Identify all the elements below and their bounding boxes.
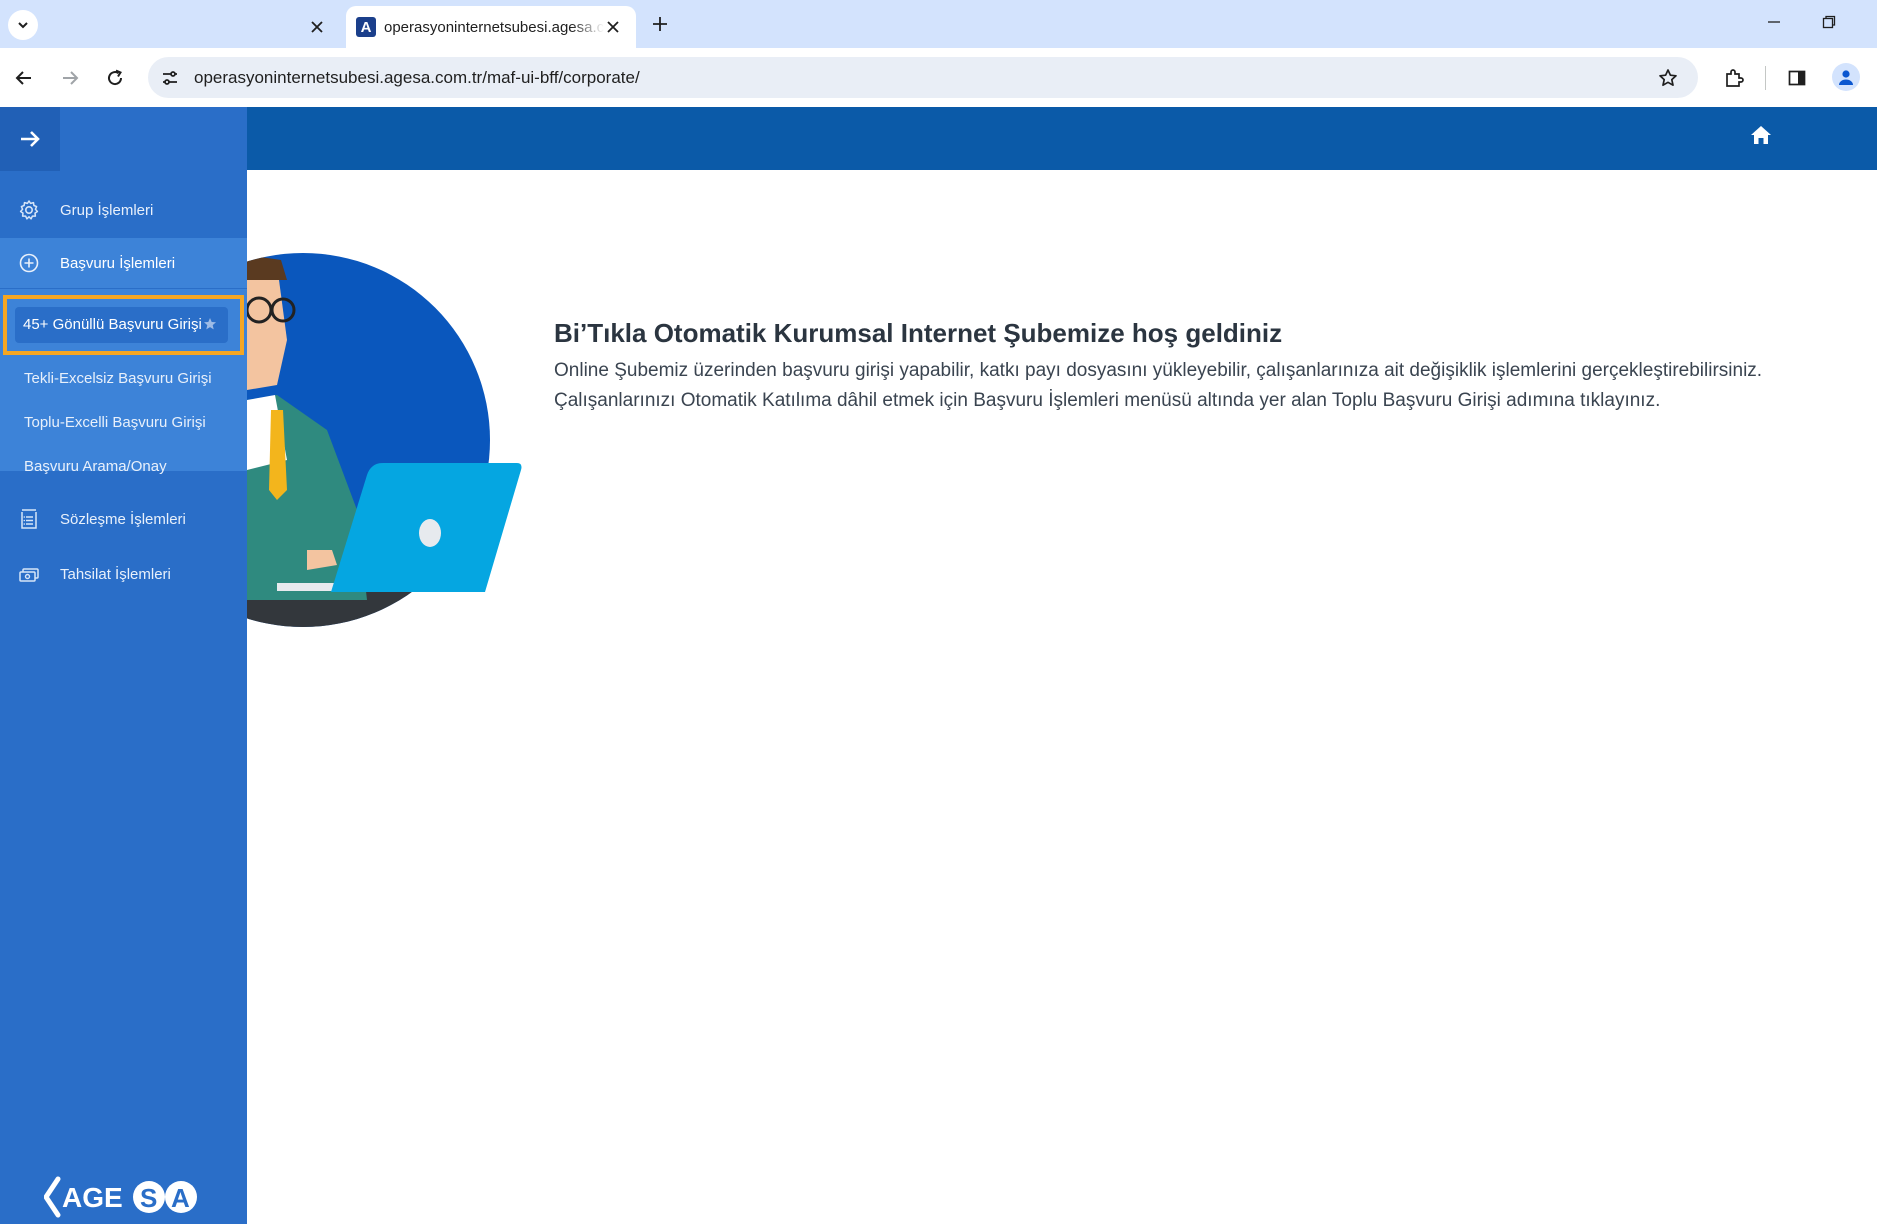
svg-text:S: S: [140, 1183, 157, 1213]
sidebar-item-sozlesme-islemleri[interactable]: Sözleşme İşlemleri: [0, 494, 247, 544]
close-icon: [311, 21, 323, 33]
submenu-item-label: 45+ Gönüllü Başvuru Girişi: [23, 316, 202, 333]
home-button[interactable]: [1746, 121, 1776, 149]
arrow-left-icon: [15, 71, 31, 85]
close-tab-button[interactable]: [602, 16, 624, 38]
browser-toolbar: operasyoninternetsubesi.agesa.com.tr/maf…: [0, 48, 1877, 107]
browser-tab-strip: A operasyoninternetsubesi.agesa.com.tr: [0, 0, 1877, 48]
plus-circle-icon: [16, 250, 42, 276]
arrow-right-icon: [21, 131, 40, 147]
tune-icon: [163, 71, 177, 85]
sidebar-item-label: Başvuru İşlemleri: [60, 254, 176, 272]
svg-text:A: A: [171, 1183, 190, 1213]
favorite-star-icon[interactable]: [203, 317, 217, 331]
site-info-button[interactable]: [158, 66, 182, 90]
back-button[interactable]: [10, 64, 38, 92]
bookmark-button[interactable]: [1656, 66, 1680, 90]
minimize-icon: [1768, 21, 1780, 23]
submenu-item-basvuru-arama[interactable]: Başvuru Arama/Onay: [24, 458, 167, 475]
arrow-right-icon: [63, 71, 79, 85]
browser-tab-inactive[interactable]: [44, 6, 340, 48]
url-text[interactable]: operasyoninternetsubesi.agesa.com.tr/maf…: [194, 68, 640, 88]
sidebar-item-grup-islemleri[interactable]: Grup İşlemleri: [0, 185, 247, 235]
forward-button[interactable]: [56, 64, 84, 92]
new-tab-button[interactable]: [648, 12, 672, 36]
sidebar-item-label: Tahsilat İşlemleri: [60, 565, 171, 583]
chevron-down-icon: [18, 22, 28, 29]
browser-tab-active[interactable]: A operasyoninternetsubesi.agesa.com.tr: [346, 6, 636, 48]
sidebar-item-basvuru-islemleri[interactable]: Başvuru İşlemleri: [0, 238, 247, 288]
sidebar-item-label: Grup İşlemleri: [60, 201, 154, 219]
site-favicon-icon: A: [356, 17, 376, 37]
tab-search-button[interactable]: [8, 10, 38, 40]
welcome-title: Bi’Tıkla Otomatik Kurumsal Internet Şube…: [554, 318, 1283, 348]
extensions-button[interactable]: [1720, 64, 1748, 92]
address-bar[interactable]: operasyoninternetsubesi.agesa.com.tr/maf…: [148, 57, 1698, 98]
welcome-text-line-2: Çalışanlarınızı Otomatik Katılıma dâhil …: [554, 390, 1661, 411]
submenu-item-tekli-excelsiz[interactable]: Tekli-Excelsiz Başvuru Girişi: [24, 370, 212, 387]
close-tab-button[interactable]: [306, 16, 328, 38]
close-icon: [607, 21, 619, 33]
submenu-item-45-gonullu[interactable]: 45+ Gönüllü Başvuru Girişi: [15, 307, 228, 343]
document-list-icon: [16, 506, 42, 532]
puzzle-icon: [1726, 69, 1744, 87]
home-icon: [1751, 126, 1771, 144]
star-icon: [1659, 69, 1677, 87]
submenu-item-toplu-excelli[interactable]: Toplu-Excelli Başvuru Girişi: [24, 414, 206, 431]
toolbar-separator: [1765, 66, 1766, 90]
welcome-illustration: [247, 253, 522, 627]
sidebar-item-tahsilat-islemleri[interactable]: Tahsilat İşlemleri: [0, 549, 247, 599]
minimize-window-button[interactable]: [1760, 10, 1788, 34]
profile-button[interactable]: [1832, 63, 1860, 91]
reload-button[interactable]: [101, 64, 129, 92]
svg-text:AGE: AGE: [62, 1182, 123, 1213]
app-header: [60, 107, 1877, 170]
money-icon: [16, 561, 42, 587]
welcome-text-line-1: Online Şubemiz üzerinden başvuru girişi …: [554, 360, 1763, 381]
restore-window-button[interactable]: [1815, 10, 1843, 34]
sidebar-item-label: Sözleşme İşlemleri: [60, 510, 186, 528]
plus-icon: [653, 17, 667, 31]
side-panel-icon: [1788, 70, 1806, 86]
reload-icon: [108, 69, 123, 86]
sidebar: Grup İşlemleri Başvuru İşlemleri Tekli-E…: [0, 107, 247, 1224]
restore-icon: [1822, 15, 1836, 29]
main-content: Bi’Tıkla Otomatik Kurumsal Internet Şube…: [247, 170, 1877, 1224]
tab-title: operasyoninternetsubesi.agesa.com.tr: [384, 18, 604, 36]
gear-icon: [16, 197, 42, 223]
sidebar-toggle-button[interactable]: [0, 107, 60, 171]
agesa-logo: AGE S A: [44, 1176, 197, 1218]
side-panel-button[interactable]: [1783, 64, 1811, 92]
person-icon: [1839, 70, 1853, 85]
